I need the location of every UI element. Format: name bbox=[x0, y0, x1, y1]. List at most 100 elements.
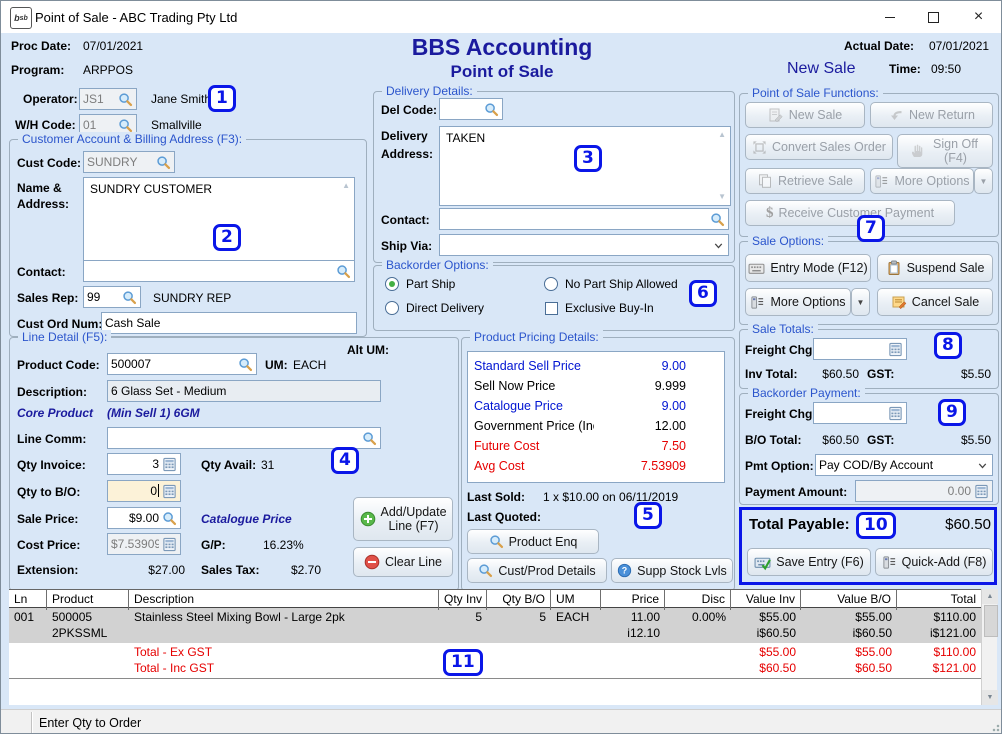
wh-code-value: 01 bbox=[83, 118, 115, 132]
checkbox-exclusive-buy-in[interactable]: Exclusive Buy-In bbox=[545, 301, 654, 315]
cell-value-inv-ex: $55.00 bbox=[736, 609, 796, 625]
calculator-icon[interactable] bbox=[887, 405, 903, 421]
receive-customer-payment-button[interactable]: $ Receive Customer Payment bbox=[745, 200, 955, 226]
sale-price-field[interactable]: $9.00 bbox=[107, 507, 181, 529]
new-sale-button[interactable]: New Sale bbox=[745, 102, 865, 128]
search-icon[interactable] bbox=[361, 430, 377, 446]
calculator-icon[interactable] bbox=[161, 536, 177, 552]
resize-grip[interactable] bbox=[992, 724, 1000, 732]
sales-rep-field[interactable]: 99 bbox=[83, 286, 141, 308]
search-icon[interactable] bbox=[121, 289, 137, 305]
convert-sales-order-button[interactable]: Convert Sales Order bbox=[745, 134, 893, 160]
search-icon bbox=[489, 534, 504, 549]
checkbox-exclusive-buy-in-label: Exclusive Buy-In bbox=[565, 301, 654, 315]
bo-freight-chg-field[interactable] bbox=[813, 402, 907, 424]
qty-invoice-field[interactable]: 3 bbox=[107, 453, 181, 475]
scroll-down-icon[interactable]: ▼ bbox=[982, 690, 998, 705]
col-total: Total bbox=[897, 590, 981, 610]
search-icon[interactable] bbox=[483, 101, 499, 117]
calculator-icon[interactable] bbox=[161, 483, 177, 499]
suspend-sale-button[interactable]: Suspend Sale bbox=[877, 254, 993, 282]
cell-total-ex: $110.00 bbox=[902, 609, 976, 625]
cust-code-field[interactable]: SUNDRY bbox=[83, 151, 175, 173]
freight-chg-field[interactable] bbox=[813, 338, 907, 360]
sale-more-options-button[interactable]: More Options bbox=[745, 288, 851, 316]
total-ex-gst-label: Total - Ex GST bbox=[134, 644, 434, 660]
calculator-icon[interactable] bbox=[161, 456, 177, 472]
table-row[interactable]: 001 500005 2PKSSML Stainless Steel Mixin… bbox=[9, 608, 997, 643]
pricing-listbox[interactable]: Standard Sell Price 9.00 Sell Now Price … bbox=[467, 351, 725, 483]
cell-price: 11.00 i12.10 bbox=[601, 608, 665, 643]
minimize-button[interactable] bbox=[867, 1, 912, 33]
billing-contact-field[interactable] bbox=[83, 260, 355, 282]
operator-code-field[interactable]: JS1 bbox=[79, 88, 137, 110]
list-icon bbox=[750, 295, 765, 310]
annotation-10: 10 bbox=[856, 512, 896, 539]
supp-stock-lvls-button[interactable]: Supp Stock Lvls bbox=[611, 558, 733, 583]
calculator-icon[interactable] bbox=[973, 483, 989, 499]
search-icon[interactable] bbox=[709, 211, 725, 227]
add-update-line-button[interactable]: Add/Update Line (F7) bbox=[353, 497, 453, 541]
cell-qty-inv: 5 bbox=[439, 608, 487, 643]
save-entry-button[interactable]: Save Entry (F6) bbox=[747, 548, 871, 576]
table-scrollbar[interactable]: ▲ ▼ bbox=[981, 589, 997, 705]
cell-price-ex: 11.00 bbox=[606, 609, 660, 625]
quick-add-button[interactable]: Quick-Add (F8) bbox=[875, 548, 993, 576]
qty-bo-field[interactable]: 0 bbox=[107, 480, 181, 502]
pos-more-options-button[interactable]: More Options bbox=[870, 168, 974, 194]
pos-more-options-dropdown[interactable]: ▼ bbox=[974, 168, 993, 194]
cancel-sale-button[interactable]: Cancel Sale bbox=[877, 288, 993, 316]
pmt-option-select[interactable]: Pay COD/By Account bbox=[815, 454, 993, 476]
payment-amount-field[interactable]: 0.00 bbox=[855, 480, 993, 502]
scroll-down-icon[interactable]: ▼ bbox=[718, 193, 726, 201]
search-icon[interactable] bbox=[161, 510, 177, 526]
line-comm-field[interactable] bbox=[107, 427, 381, 449]
radio-part-ship-label: Part Ship bbox=[406, 277, 455, 291]
inv-gst-value: $5.50 bbox=[937, 367, 991, 381]
bo-freight-chg-label: Freight Chg: bbox=[745, 407, 816, 421]
scroll-up-icon[interactable]: ▲ bbox=[718, 131, 726, 139]
search-icon[interactable] bbox=[155, 154, 171, 170]
maximize-button[interactable] bbox=[911, 1, 956, 33]
radio-direct-delivery[interactable]: Direct Delivery bbox=[385, 301, 484, 315]
cust-ord-num-field[interactable]: Cash Sale bbox=[101, 312, 357, 334]
cust-prod-details-button[interactable]: Cust/Prod Details bbox=[467, 558, 607, 583]
product-code-field[interactable]: 500007 bbox=[107, 353, 257, 375]
pos-more-options-button-label: More Options bbox=[894, 174, 969, 188]
description-field[interactable]: 6 Glass Set - Medium bbox=[107, 380, 381, 402]
scroll-up-icon[interactable]: ▲ bbox=[982, 589, 998, 604]
line-items-table: Ln Product Description Qty Inv Qty B/O U… bbox=[9, 589, 997, 705]
cost-price-field[interactable]: $7.53909 bbox=[107, 533, 181, 555]
proc-date-value: 07/01/2021 bbox=[83, 39, 143, 53]
time-value: 09:50 bbox=[931, 62, 961, 76]
sign-off-button[interactable]: Sign Off (F4) bbox=[897, 134, 993, 168]
search-icon[interactable] bbox=[117, 91, 133, 107]
retrieve-sale-button[interactable]: Retrieve Sale bbox=[745, 168, 865, 194]
search-icon[interactable] bbox=[237, 356, 253, 372]
search-icon[interactable] bbox=[335, 263, 351, 279]
cancel-sale-button-label: Cancel Sale bbox=[912, 295, 979, 309]
cust-ord-num-value: Cash Sale bbox=[105, 316, 353, 330]
delivery-contact-field[interactable] bbox=[439, 208, 729, 230]
qty-avail-label: Qty Avail: bbox=[201, 458, 256, 472]
radio-no-part-ship[interactable]: No Part Ship Allowed bbox=[544, 277, 678, 291]
radio-part-ship[interactable]: Part Ship bbox=[385, 277, 455, 291]
cell-ln: 001 bbox=[9, 608, 47, 643]
checkbox-icon bbox=[545, 302, 558, 315]
product-enq-button[interactable]: Product Enq bbox=[467, 529, 599, 554]
calculator-icon[interactable] bbox=[887, 341, 903, 357]
scroll-up-icon[interactable]: ▲ bbox=[342, 182, 350, 190]
new-return-button[interactable]: New Return bbox=[870, 102, 993, 128]
cost-price-label: Cost Price: bbox=[17, 538, 80, 552]
entry-mode-button[interactable]: Entry Mode (F12) bbox=[745, 254, 871, 282]
search-icon[interactable] bbox=[117, 117, 133, 133]
close-button[interactable]: × bbox=[955, 1, 1002, 33]
note-pencil-icon bbox=[891, 294, 907, 310]
clear-line-button[interactable]: Clear Line bbox=[353, 547, 453, 577]
del-code-field[interactable] bbox=[439, 98, 503, 120]
freight-chg-label: Freight Chg: bbox=[745, 343, 816, 357]
scrollbar-thumb[interactable] bbox=[984, 605, 998, 637]
sale-options-legend: Sale Options: bbox=[748, 234, 828, 248]
ship-via-select[interactable] bbox=[439, 234, 729, 256]
sale-more-options-dropdown[interactable]: ▼ bbox=[851, 288, 870, 316]
